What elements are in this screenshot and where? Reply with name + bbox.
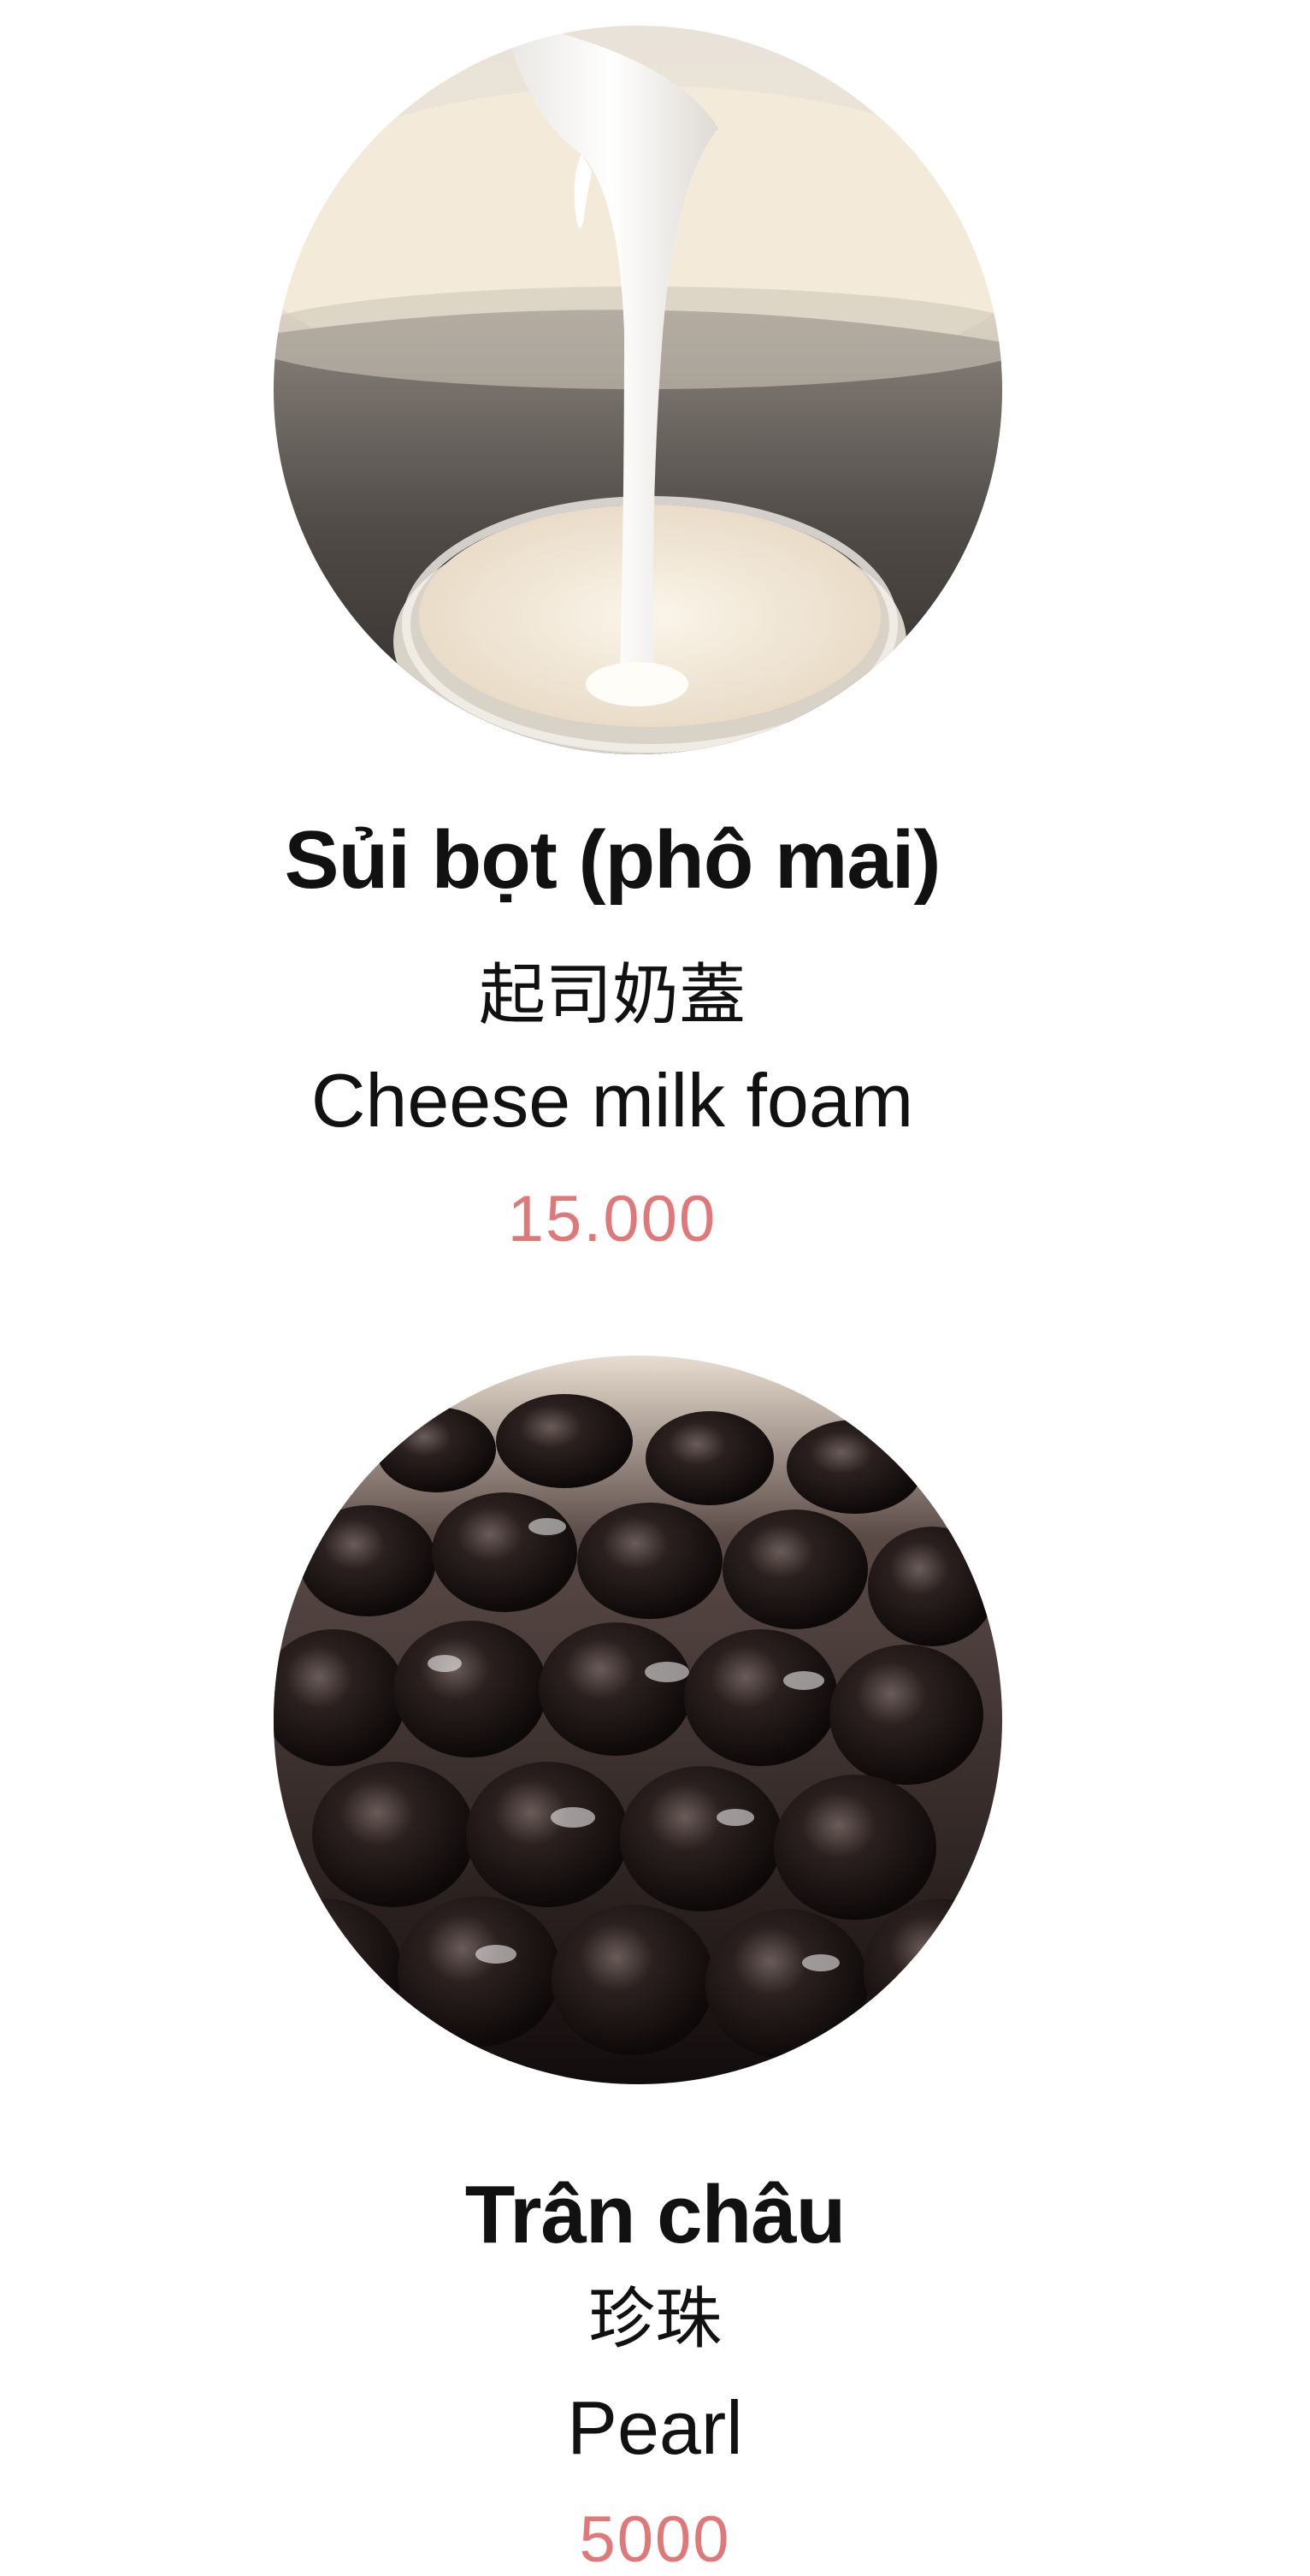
- item-name-english: Cheese milk foam: [310, 1058, 914, 1143]
- menu-item-pearl: Trân châu 珍珠 Pearl 5000: [0, 1317, 1310, 2573]
- tapioca-pearls-photo: [274, 1356, 1002, 2084]
- item-name-vietnamese: Trân châu: [464, 2169, 846, 2260]
- menu-item-cheese-milk-foam: Sủi bọt (phô mai) 起司奶蓋 Cheese milk foam …: [0, 0, 1310, 1317]
- item-price: 15.000: [507, 1183, 717, 1256]
- item-name-chinese: 珍珠: [587, 2281, 722, 2358]
- item-name-english: Pearl: [567, 2385, 743, 2470]
- cheese-foam-pour-photo: [274, 26, 1002, 754]
- item-name-chinese: 起司奶蓋: [478, 957, 746, 1034]
- item-name-vietnamese: Sủi bọt (phô mai): [284, 814, 941, 906]
- item-price: 5000: [579, 2503, 731, 2576]
